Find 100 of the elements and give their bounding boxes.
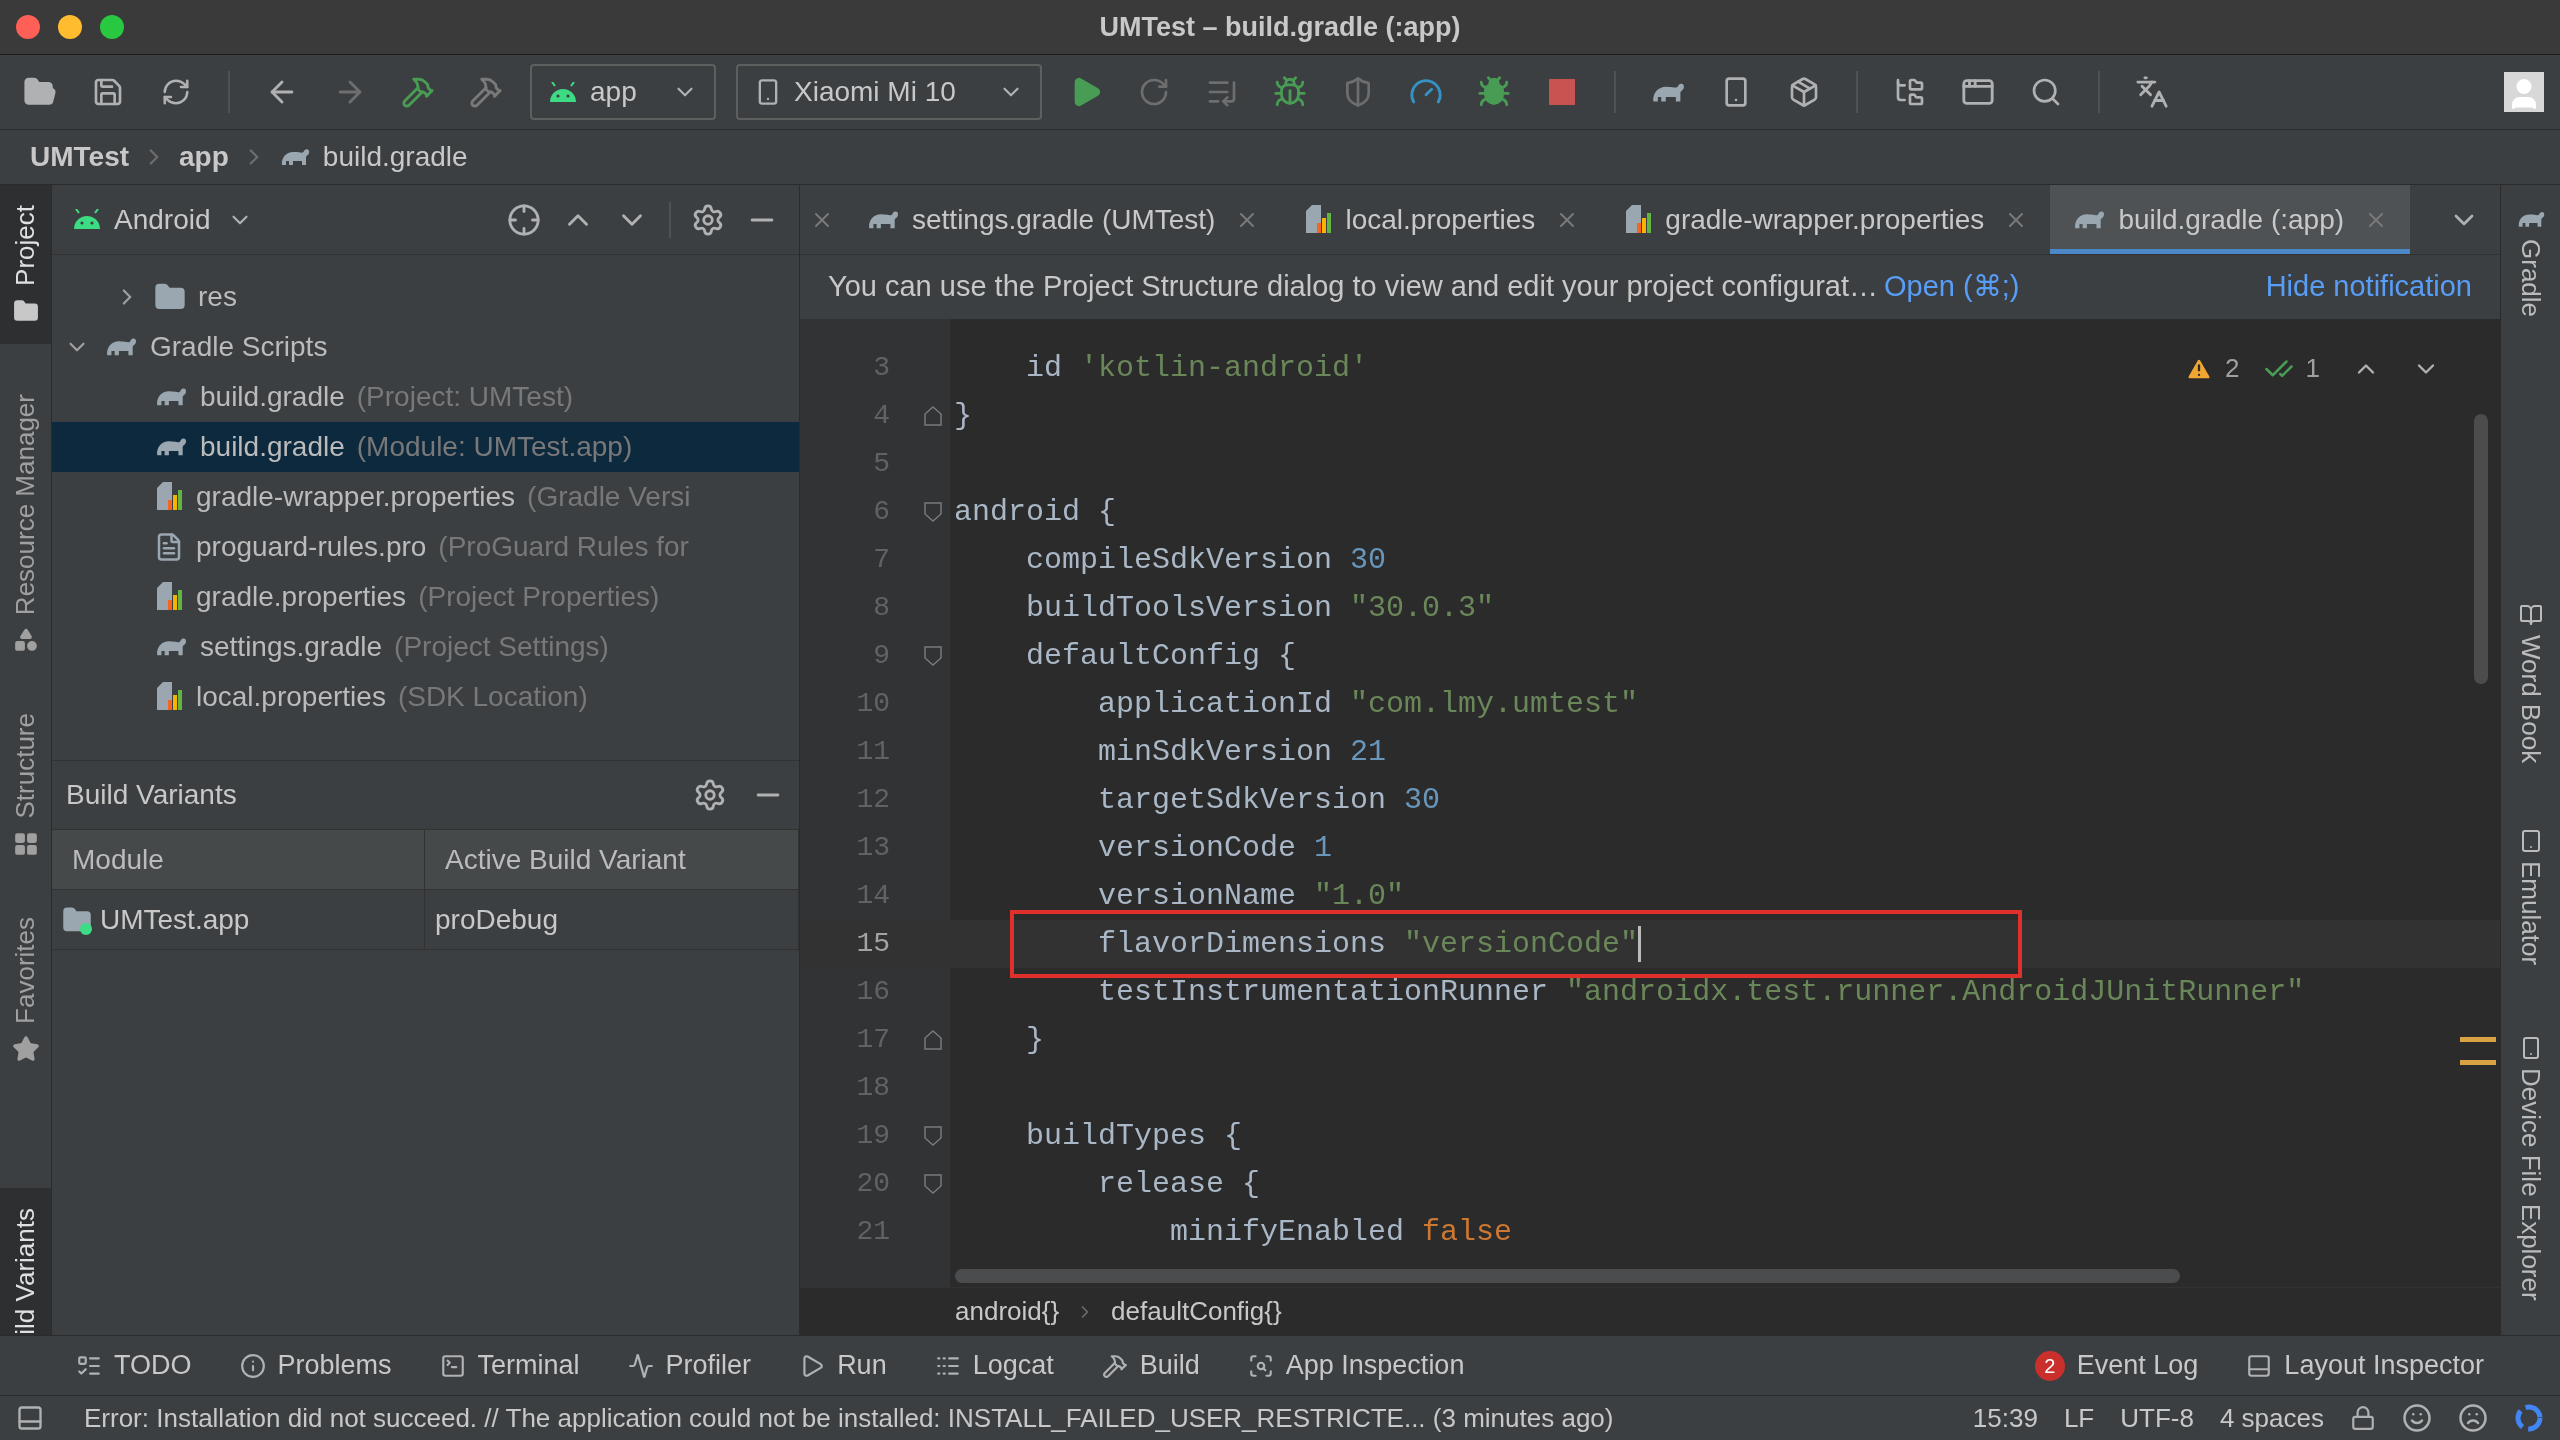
make-icon	[469, 75, 503, 109]
tool-window-button[interactable]: 2 Event Log	[2034, 1345, 2199, 1386]
file-name: local.properties	[196, 680, 386, 714]
minimize-window-button[interactable]	[58, 15, 82, 39]
file-name: settings.gradle	[200, 630, 383, 664]
tree-item[interactable]: local.properties (SDK Location)	[52, 672, 799, 722]
tool-window-tab[interactable]: Favorites	[0, 896, 51, 1084]
fold-icon[interactable]	[924, 1126, 942, 1146]
file-description: (Project Properties)	[418, 580, 660, 614]
tool-window-button[interactable]: TODO	[76, 1345, 192, 1386]
column-header[interactable]: Active Build Variant	[425, 830, 799, 890]
maximize-window-button[interactable]	[100, 15, 124, 39]
horizontal-scrollbar[interactable]	[955, 1269, 2180, 1283]
status-item[interactable]: LF	[2063, 1398, 2095, 1438]
breadcrumb-item[interactable]: build.gradle	[322, 136, 468, 178]
tool-window-tab[interactable]: Structure	[0, 693, 51, 877]
breadcrumb-item[interactable]: defaultConfig{}	[1111, 1292, 1282, 1331]
code-line: testInstrumentationRunner "androidx.test.runner.AndroidJUnitRunner"	[1097, 973, 2305, 1011]
status-item[interactable]: UTF-8	[2120, 1398, 2194, 1438]
code-line: flavorDimensions "versionCode"	[1097, 925, 1639, 963]
lock-icon[interactable]	[2350, 1405, 2376, 1431]
table-cell: proDebug	[425, 890, 799, 950]
status-item[interactable]: 4 spaces	[2219, 1398, 2324, 1438]
android-icon	[72, 209, 102, 230]
shapes-icon	[12, 627, 39, 654]
tree-item[interactable]: build.gradle (Module: UMTest.app)	[52, 422, 799, 472]
properties-file-icon	[154, 582, 184, 612]
code-line: buildTypes {	[1025, 1117, 1243, 1155]
code-line: minifyEnabled false	[1169, 1213, 1513, 1251]
device-dropdown[interactable]: Xiaomi Mi 10	[736, 64, 1042, 120]
smile-icon[interactable]	[2402, 1403, 2432, 1433]
editor-tab[interactable]: local.properties	[1281, 185, 1602, 254]
open-link[interactable]: Open (⌘;)	[1884, 265, 2020, 309]
tree-item[interactable]: gradle-wrapper.properties (Gradle Versi	[52, 472, 799, 522]
tool-window-button[interactable]: App Inspection	[1247, 1345, 1465, 1386]
breadcrumb-item[interactable]: UMTest	[30, 136, 130, 178]
table-cell: UMTest.app	[52, 890, 425, 950]
tree-item[interactable]: res	[52, 272, 799, 322]
tool-window-button[interactable]: Logcat	[934, 1345, 1054, 1386]
frown-icon[interactable]	[2458, 1403, 2488, 1433]
fold-icon[interactable]	[924, 406, 942, 426]
google-icon[interactable]	[2514, 1403, 2544, 1433]
close-window-button[interactable]	[16, 15, 40, 39]
rerun-icon	[1138, 76, 1170, 108]
breadcrumb-item[interactable]: android{}	[955, 1292, 1060, 1331]
tool-window-button[interactable]: Layout Inspector	[2246, 1345, 2484, 1386]
warning-marker[interactable]	[2460, 1037, 2496, 1065]
build-icon	[401, 75, 435, 109]
tool-window-button[interactable]: Terminal	[439, 1345, 580, 1386]
translate-icon	[2135, 75, 2169, 109]
locate-icon[interactable]	[507, 202, 541, 237]
tool-window-button[interactable]: Build	[1101, 1345, 1200, 1386]
tool-window-tab[interactable]: Device File Explorer	[2511, 1027, 2550, 1309]
tree-item[interactable]: settings.gradle (Project Settings)	[52, 622, 799, 672]
book-icon	[2518, 602, 2543, 627]
tool-window-button[interactable]: Profiler	[627, 1345, 752, 1386]
breadcrumb-item[interactable]: app	[179, 136, 229, 178]
warning-count: 2	[2225, 352, 2240, 385]
panel-title: Build Variants	[66, 778, 237, 812]
file-description: (SDK Location)	[397, 680, 588, 714]
tool-window-button[interactable]: Problems	[239, 1345, 392, 1386]
settings-icon[interactable]	[693, 778, 727, 812]
folder-icon	[12, 297, 39, 324]
code-line: defaultConfig {	[1025, 637, 1297, 675]
tree-item[interactable]: Gradle Scripts	[52, 322, 799, 372]
tree-item[interactable]: build.gradle (Project: UMTest)	[52, 372, 799, 422]
run-config-dropdown[interactable]: app	[530, 64, 716, 120]
editor-tab[interactable]: settings.gradle (UMTest)	[844, 185, 1282, 254]
code-line: android {	[954, 493, 1117, 531]
fold-icon[interactable]	[924, 1174, 942, 1194]
editor-tab[interactable]: build.gradle (:app)	[2050, 185, 2411, 254]
tool-window-tab[interactable]: Resource Manager	[0, 373, 51, 674]
code-line: buildToolsVersion "30.0.3"	[1025, 589, 1495, 627]
file-name: build.gradle	[200, 430, 345, 464]
code-line: targetSdkVersion 30	[1097, 781, 1441, 819]
view-dropdown[interactable]: Android	[114, 198, 253, 241]
count-badge: 2	[2034, 1350, 2065, 1381]
tool-window-tab[interactable]: ild Variants	[0, 1188, 51, 1335]
tool-window-tab[interactable]: Word Book	[2511, 594, 2550, 771]
fold-icon[interactable]	[924, 1030, 942, 1050]
panel-icon	[2246, 1352, 2273, 1379]
column-header[interactable]: Module	[52, 830, 425, 890]
tool-window-tab[interactable]: Project	[0, 185, 51, 344]
tree-item[interactable]: proguard-rules.pro (ProGuard Rules for	[52, 522, 799, 572]
status-item[interactable]: 15:39	[1972, 1398, 2038, 1438]
file-description: (Project: UMTest)	[356, 380, 574, 414]
vertical-scrollbar[interactable]	[2474, 414, 2488, 684]
window-title: UMTest – build.gradle (:app)	[1099, 10, 1461, 44]
editor-tab[interactable]: gradle-wrapper.properties	[1601, 185, 2051, 254]
tool-window-tab[interactable]: Gradle	[2511, 200, 2550, 325]
settings-icon[interactable]	[691, 202, 725, 237]
tool-window-button[interactable]: Run	[799, 1345, 887, 1386]
line-number: 15	[855, 927, 890, 961]
hide-notification-link[interactable]: Hide notification	[2265, 265, 2472, 309]
fold-icon[interactable]	[924, 646, 942, 666]
fold-icon[interactable]	[924, 502, 942, 522]
properties-file-icon	[1303, 204, 1334, 235]
tool-window-tab[interactable]: Emulator	[2511, 820, 2550, 973]
panel-toggle-icon[interactable]	[16, 1404, 44, 1432]
tree-item[interactable]: gradle.properties (Project Properties)	[52, 572, 799, 622]
